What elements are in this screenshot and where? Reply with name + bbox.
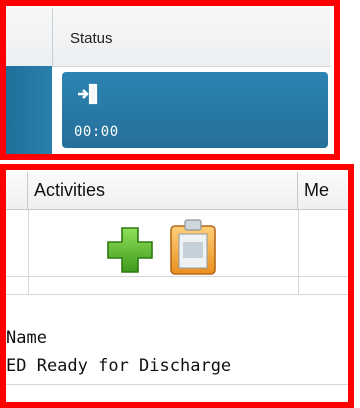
highlight-box-status [0, 0, 340, 160]
status-crop: Status 00:00 [0, 0, 360, 160]
activities-crop: Activities Me Name ED Ready for Discharg… [0, 164, 360, 408]
highlight-box-activities [0, 164, 354, 408]
